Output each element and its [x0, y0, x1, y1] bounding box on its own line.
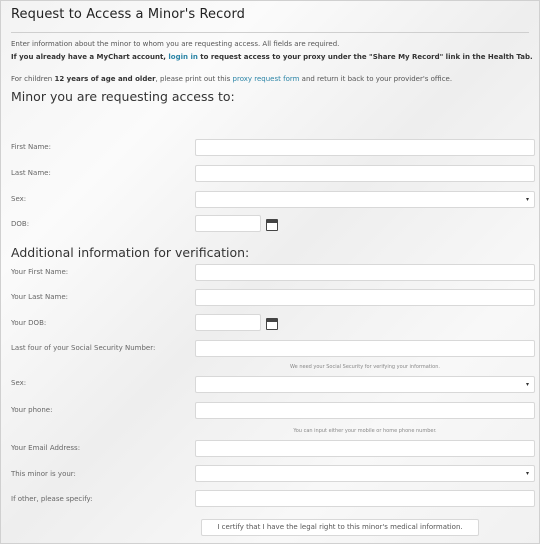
your-sex-select[interactable]: ▾	[195, 376, 535, 393]
email-label: Your Email Address:	[11, 444, 81, 452]
intro-text-3-mid: , please print out this	[155, 75, 233, 83]
page-title: Request to Access a Minor's Record	[11, 7, 246, 22]
intro-text-3-post: and return it back to your provider's of…	[299, 75, 453, 83]
your-last-name-input[interactable]	[195, 289, 535, 306]
intro-text-2-pre: If you already have a MyChart account,	[11, 53, 169, 61]
sex-label: Sex:	[11, 195, 27, 203]
last-name-label: Last Name:	[11, 169, 51, 177]
ssn-help-text: We need your Social Security for verifyi…	[290, 364, 440, 370]
email-input[interactable]	[195, 440, 535, 457]
proxy-request-form-link[interactable]: proxy request form	[233, 75, 300, 83]
intro-text-3-pre: For children	[11, 75, 55, 83]
calendar-icon[interactable]	[266, 318, 278, 330]
calendar-icon[interactable]	[266, 219, 278, 231]
verification-section-heading: Additional information for verification:	[11, 245, 250, 260]
intro-text-2-post: to request access to your proxy under th…	[197, 53, 533, 61]
sex-select[interactable]: ▾	[195, 191, 535, 208]
other-label: If other, please specify:	[11, 495, 93, 503]
ssn-label: Last four of your Social Security Number…	[11, 344, 156, 352]
relation-label: This minor is your:	[11, 470, 76, 478]
chevron-down-icon: ▾	[525, 381, 529, 388]
your-sex-label: Sex:	[11, 379, 27, 387]
intro-text-2: If you already have a MyChart account, l…	[11, 53, 533, 63]
relation-select[interactable]: ▾	[195, 465, 535, 482]
certify-checkbox[interactable]: I certify that I have the legal right to…	[201, 519, 479, 536]
phone-help-text: You can input either your mobile or home…	[293, 428, 437, 434]
your-first-name-label: Your First Name:	[11, 268, 69, 276]
first-name-label: First Name:	[11, 143, 51, 151]
your-dob-input[interactable]	[195, 314, 261, 331]
dob-input[interactable]	[195, 215, 261, 232]
your-first-name-input[interactable]	[195, 264, 535, 281]
intro-text-3: For children 12 years of age and older, …	[11, 75, 533, 85]
ssn-input[interactable]	[195, 340, 535, 357]
last-name-input[interactable]	[195, 165, 535, 182]
your-last-name-label: Your Last Name:	[11, 293, 68, 301]
phone-label: Your phone:	[11, 406, 53, 414]
chevron-down-icon: ▾	[525, 196, 529, 203]
your-dob-label: Your DOB:	[11, 319, 47, 327]
dob-label: DOB:	[11, 220, 30, 228]
phone-input[interactable]	[195, 402, 535, 419]
intro-text-3-age: 12 years of age and older	[54, 75, 156, 83]
intro-text-1: Enter information about the minor to who…	[11, 40, 340, 48]
other-specify-input[interactable]	[195, 490, 535, 507]
title-divider	[11, 32, 529, 33]
chevron-down-icon: ▾	[525, 470, 529, 477]
login-link[interactable]: login in	[168, 53, 197, 61]
first-name-input[interactable]	[195, 139, 535, 156]
minor-record-request-form: Request to Access a Minor's Record Enter…	[0, 0, 540, 544]
minor-section-heading: Minor you are requesting access to:	[11, 89, 235, 104]
